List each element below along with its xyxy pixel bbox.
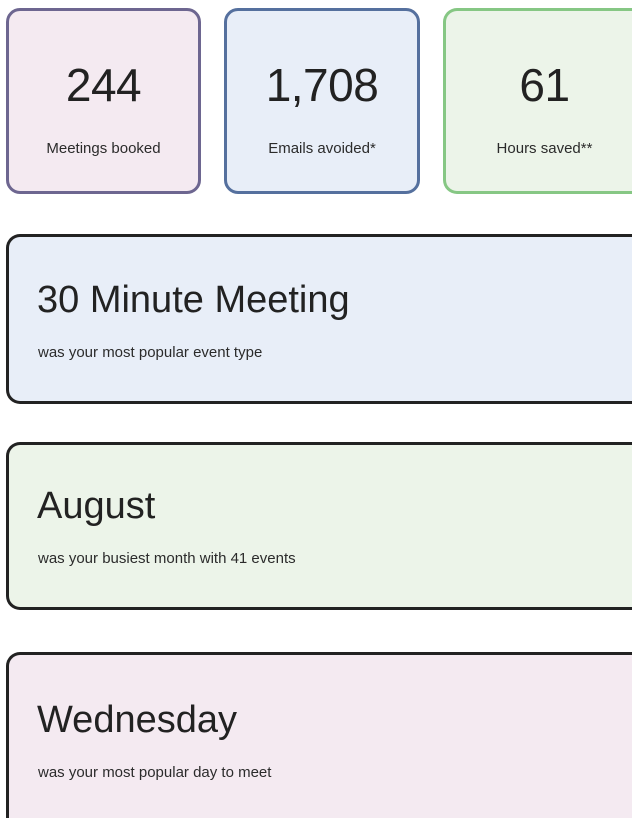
meetings-booked-value: 244 [65, 59, 142, 111]
popular-day-title: Wednesday [37, 699, 237, 741]
stats-summary-page: 244 Meetings booked 1,708 Emails avoided… [0, 0, 632, 818]
meetings-booked-card: 244 Meetings booked [6, 8, 201, 194]
busiest-month-title: August [37, 485, 156, 527]
popular-event-type-subtitle: was your most popular event type [38, 344, 263, 361]
hours-saved-card: 61 Hours saved** [443, 8, 632, 194]
hours-saved-label: Hours saved** [496, 140, 593, 157]
emails-avoided-label: Emails avoided* [268, 140, 376, 157]
meetings-booked-label: Meetings booked [46, 140, 161, 157]
popular-day-subtitle: was your most popular day to meet [38, 764, 272, 781]
emails-avoided-card: 1,708 Emails avoided* [224, 8, 420, 194]
popular-day-card: Wednesday was your most popular day to m… [6, 652, 632, 818]
popular-event-type-title: 30 Minute Meeting [37, 279, 350, 321]
busiest-month-card: August was your busiest month with 41 ev… [6, 442, 632, 610]
hours-saved-value: 61 [519, 59, 570, 111]
busiest-month-subtitle: was your busiest month with 41 events [38, 550, 296, 567]
popular-event-type-card: 30 Minute Meeting was your most popular … [6, 234, 632, 404]
emails-avoided-value: 1,708 [265, 59, 379, 111]
